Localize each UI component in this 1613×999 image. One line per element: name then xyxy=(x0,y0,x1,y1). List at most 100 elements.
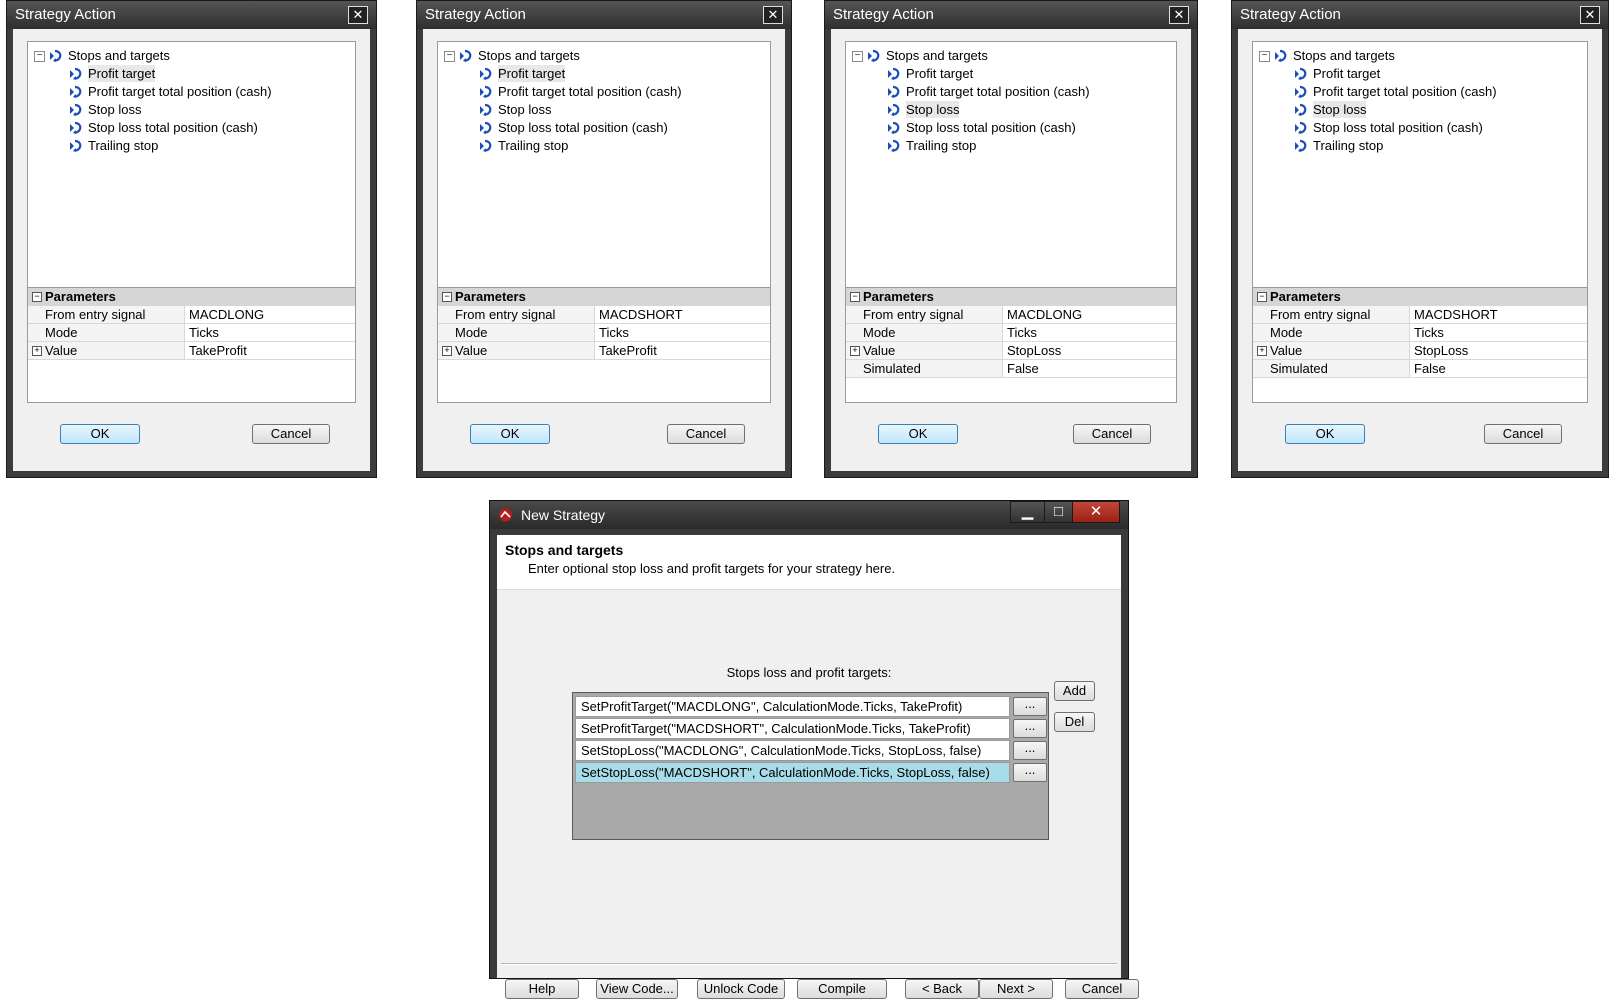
property-row[interactable]: From entry signal MACDLONG xyxy=(28,306,355,324)
property-value[interactable]: False xyxy=(1003,360,1039,377)
edit-entry-button[interactable]: ... xyxy=(1013,697,1047,716)
value-expand-icon[interactable]: + xyxy=(850,346,860,356)
ok-button[interactable]: OK xyxy=(60,424,140,444)
parameters-collapse-icon[interactable]: − xyxy=(1257,292,1267,302)
edit-entry-button[interactable]: ... xyxy=(1013,741,1047,760)
tree-item[interactable]: Profit target xyxy=(886,64,973,81)
parameters-grid[interactable]: − Parameters From entry signal MACDLONG … xyxy=(27,287,356,403)
help-button[interactable]: Help xyxy=(505,979,579,999)
value-expand-icon[interactable]: + xyxy=(32,346,42,356)
tree-item[interactable]: Profit target total position (cash) xyxy=(68,82,272,99)
parameters-header[interactable]: − Parameters xyxy=(28,288,355,306)
parameters-header[interactable]: − Parameters xyxy=(846,288,1176,306)
close-icon[interactable]: ✕ xyxy=(1580,6,1600,24)
edit-entry-button[interactable]: ... xyxy=(1013,763,1047,782)
property-value[interactable]: Ticks xyxy=(1410,324,1444,341)
property-row[interactable]: Mode Ticks xyxy=(438,324,770,342)
property-row[interactable]: Mode Ticks xyxy=(1253,324,1587,342)
cancel-button[interactable]: Cancel xyxy=(252,424,330,444)
tree-item[interactable]: Profit target total position (cash) xyxy=(886,82,1090,99)
property-row[interactable]: From entry signal MACDLONG xyxy=(846,306,1176,324)
tree-root-stops-and-targets[interactable]: Stops and targets xyxy=(458,46,580,63)
parameters-header[interactable]: − Parameters xyxy=(1253,288,1587,306)
tree-item[interactable]: Trailing stop xyxy=(478,136,568,153)
value-expand-icon[interactable]: + xyxy=(442,346,452,356)
parameters-collapse-icon[interactable]: − xyxy=(32,292,42,302)
close-icon[interactable]: ✕ xyxy=(348,6,368,24)
tree-root-stops-and-targets[interactable]: Stops and targets xyxy=(48,46,170,63)
action-tree[interactable]: − Stops and targets Profit target Profit… xyxy=(1252,41,1588,289)
property-row[interactable]: Simulated False xyxy=(846,360,1176,378)
cancel-button[interactable]: Cancel xyxy=(667,424,745,444)
parameters-grid[interactable]: − Parameters From entry signal MACDLONG … xyxy=(845,287,1177,403)
tree-item[interactable]: Profit target xyxy=(478,64,566,83)
property-row[interactable]: + Value StopLoss xyxy=(1253,342,1587,360)
property-value[interactable]: StopLoss xyxy=(1410,342,1468,359)
add-button[interactable]: Add xyxy=(1054,681,1095,701)
tree-collapse-toggle[interactable]: − xyxy=(34,51,45,62)
tree-item[interactable]: Stop loss xyxy=(886,100,960,119)
property-value[interactable]: False xyxy=(1410,360,1446,377)
tree-item[interactable]: Profit target total position (cash) xyxy=(1293,82,1497,99)
list-item[interactable]: SetStopLoss("MACDLONG", CalculationMode.… xyxy=(575,740,1010,761)
tree-item[interactable]: Stop loss total position (cash) xyxy=(478,118,668,135)
tree-item[interactable]: Stop loss xyxy=(478,100,551,117)
close-button[interactable]: ✕ xyxy=(1072,501,1120,523)
tree-root-stops-and-targets[interactable]: Stops and targets xyxy=(1273,46,1395,63)
parameters-collapse-icon[interactable]: − xyxy=(442,292,452,302)
property-value[interactable]: TakeProfit xyxy=(595,342,657,359)
value-expand-icon[interactable]: + xyxy=(1257,346,1267,356)
action-tree[interactable]: − Stops and targets Profit target Profit… xyxy=(437,41,771,289)
property-row[interactable]: From entry signal MACDSHORT xyxy=(438,306,770,324)
compile-button[interactable]: Compile xyxy=(797,979,887,999)
parameters-grid[interactable]: − Parameters From entry signal MACDSHORT… xyxy=(437,287,771,403)
parameters-header[interactable]: − Parameters xyxy=(438,288,770,306)
close-icon[interactable]: ✕ xyxy=(763,6,783,24)
property-value[interactable]: MACDSHORT xyxy=(1410,306,1498,323)
property-value[interactable]: Ticks xyxy=(185,324,219,341)
tree-item[interactable]: Stop loss total position (cash) xyxy=(68,118,258,135)
edit-entry-button[interactable]: ... xyxy=(1013,719,1047,738)
property-row[interactable]: + Value TakeProfit xyxy=(438,342,770,360)
del-button[interactable]: Del xyxy=(1054,712,1095,732)
action-tree[interactable]: − Stops and targets Profit target Profit… xyxy=(27,41,356,289)
dialog-titlebar[interactable]: Strategy Action xyxy=(417,1,791,29)
close-icon[interactable]: ✕ xyxy=(1169,6,1189,24)
property-row[interactable]: Simulated False xyxy=(1253,360,1587,378)
dialog-titlebar[interactable]: Strategy Action xyxy=(1232,1,1608,29)
cancel-button[interactable]: Cancel xyxy=(1073,424,1151,444)
property-row[interactable]: Mode Ticks xyxy=(28,324,355,342)
property-value[interactable]: Ticks xyxy=(595,324,629,341)
unlock-code-button[interactable]: Unlock Code xyxy=(697,979,785,999)
dialog-titlebar[interactable]: Strategy Action xyxy=(7,1,376,29)
parameters-grid[interactable]: − Parameters From entry signal MACDSHORT… xyxy=(1252,287,1588,403)
property-value[interactable]: TakeProfit xyxy=(185,342,247,359)
list-item[interactable]: SetStopLoss("MACDSHORT", CalculationMode… xyxy=(575,762,1010,783)
tree-item[interactable]: Trailing stop xyxy=(886,136,976,153)
parameters-collapse-icon[interactable]: − xyxy=(850,292,860,302)
list-item[interactable]: SetProfitTarget("MACDLONG", CalculationM… xyxy=(575,696,1010,717)
property-value[interactable]: MACDLONG xyxy=(1003,306,1082,323)
list-item[interactable]: SetProfitTarget("MACDSHORT", Calculation… xyxy=(575,718,1010,739)
property-row[interactable]: Mode Ticks xyxy=(846,324,1176,342)
property-row[interactable]: From entry signal MACDSHORT xyxy=(1253,306,1587,324)
property-value[interactable]: Ticks xyxy=(1003,324,1037,341)
ok-button[interactable]: OK xyxy=(470,424,550,444)
next-button[interactable]: Next > xyxy=(979,979,1053,999)
view-code-button[interactable]: View Code... xyxy=(596,979,678,999)
property-value[interactable]: StopLoss xyxy=(1003,342,1061,359)
tree-collapse-toggle[interactable]: − xyxy=(444,51,455,62)
action-tree[interactable]: − Stops and targets Profit target Profit… xyxy=(845,41,1177,289)
property-row[interactable]: + Value TakeProfit xyxy=(28,342,355,360)
tree-item[interactable]: Stop loss xyxy=(1293,100,1367,119)
tree-item[interactable]: Stop loss total position (cash) xyxy=(1293,118,1483,135)
tree-item[interactable]: Profit target xyxy=(1293,64,1380,81)
tree-item[interactable]: Trailing stop xyxy=(1293,136,1383,153)
tree-collapse-toggle[interactable]: − xyxy=(852,51,863,62)
maximize-button[interactable]: □ xyxy=(1044,501,1073,523)
property-row[interactable]: + Value StopLoss xyxy=(846,342,1176,360)
cancel-button[interactable]: Cancel xyxy=(1065,979,1139,999)
ok-button[interactable]: OK xyxy=(1285,424,1365,444)
property-value[interactable]: MACDSHORT xyxy=(595,306,683,323)
stops-targets-list[interactable]: SetProfitTarget("MACDLONG", CalculationM… xyxy=(572,692,1049,840)
